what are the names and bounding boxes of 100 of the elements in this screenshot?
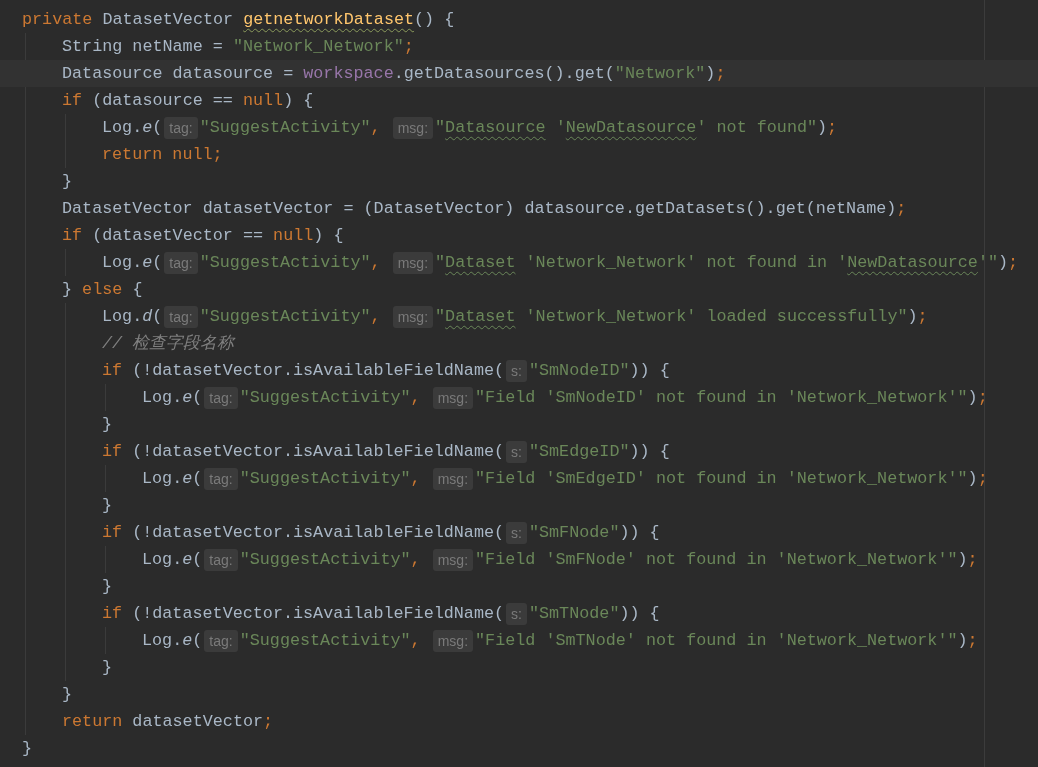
code-text: }: [62, 684, 73, 706]
code-text: }: [102, 576, 113, 598]
code-text: ): [998, 252, 1009, 274]
string-literal: "Network": [614, 63, 706, 85]
keyword: ,: [370, 117, 382, 139]
string-literal: Datasource: [445, 117, 546, 139]
code-text: Datasource datasource =: [62, 63, 295, 85]
string-literal: "Field 'SmNodeID' not found in 'Network_Network'": [475, 387, 968, 409]
code-text: DatasetVector: [101, 9, 235, 31]
code-text: )) {: [629, 441, 670, 463]
method-name: e: [142, 252, 153, 274]
code-text: (: [192, 468, 203, 490]
parameter-hint: msg:: [392, 305, 434, 328]
keyword: if: [62, 225, 83, 247]
keyword: ,: [370, 306, 382, 328]
keyword: ,: [370, 252, 382, 274]
method-name: e: [142, 117, 153, 139]
code-text: Log.: [142, 549, 183, 571]
parameter-hint: msg:: [432, 548, 474, 571]
keyword: ;: [917, 306, 928, 328]
parameter-hint: tag:: [204, 386, 238, 409]
keyword: ;: [967, 549, 978, 571]
code-text: ) {: [283, 90, 314, 112]
string-literal: ": [435, 306, 446, 328]
parameter-hint: s:: [506, 521, 527, 544]
string-literal: "SuggestActivity": [239, 549, 411, 571]
string-literal: "SuggestActivity": [199, 252, 371, 274]
keyword: null: [273, 225, 314, 247]
code-text: .getDatasources().get(: [393, 63, 615, 85]
code-text: String netName =: [62, 36, 224, 58]
method-name: d: [142, 306, 153, 328]
keyword: ;: [896, 198, 907, 220]
method-name: e: [182, 387, 193, 409]
code-comment: // 检查字段名称: [102, 333, 235, 355]
keyword: ,: [410, 468, 422, 490]
string-literal: ': [554, 117, 566, 139]
code-text: ): [957, 549, 968, 571]
parameter-hint: tag:: [164, 116, 198, 139]
code-text: Log.: [142, 630, 183, 652]
parameter-hint: tag:: [164, 305, 198, 328]
code-text: DatasetVector datasetVector = (DatasetVector) datasource.getDatasets().get(netName): [62, 198, 897, 220]
code-text: (datasource ==: [91, 90, 234, 112]
keyword: ,: [410, 630, 422, 652]
keyword: if: [102, 441, 123, 463]
code-text: (: [192, 549, 203, 571]
code-text: Log.: [102, 306, 143, 328]
string-literal: NewDatasource: [565, 117, 697, 139]
code-text: Log.: [142, 468, 183, 490]
keyword: ;: [977, 387, 988, 409]
code-text: }: [62, 171, 73, 193]
string-literal: '": [977, 252, 998, 274]
keyword: ,: [410, 549, 422, 571]
code-text: (!datasetVector.isAvailableFieldName(: [131, 441, 505, 463]
field-name: workspace: [303, 63, 394, 85]
string-literal: "SmNodeID": [528, 360, 630, 382]
string-literal: "Network_Network": [232, 36, 404, 58]
keyword: if: [62, 90, 83, 112]
code-text: )) {: [619, 522, 660, 544]
code-text: (!datasetVector.isAvailableFieldName(: [131, 522, 505, 544]
keyword: if: [102, 603, 123, 625]
code-text: (: [152, 117, 163, 139]
code-text: ) {: [313, 225, 344, 247]
keyword: ;: [967, 630, 978, 652]
string-literal: NewDatasource: [847, 252, 978, 274]
string-literal: "SmTNode": [528, 603, 620, 625]
string-literal: "Field 'SmTNode' not found in 'Network_Network'": [475, 630, 958, 652]
string-literal: 'Network_Network' not found in ': [524, 252, 848, 274]
parameter-hint: msg:: [392, 116, 434, 139]
code-text: ): [817, 117, 828, 139]
code-text: )) {: [619, 603, 660, 625]
code-text: Log.: [102, 117, 143, 139]
parameter-hint: s:: [506, 602, 527, 625]
keyword: private: [22, 9, 93, 31]
code-text: )) {: [629, 360, 670, 382]
code-text: datasetVector: [131, 711, 264, 733]
method-name: e: [182, 549, 193, 571]
parameter-hint: tag:: [204, 467, 238, 490]
code-text: {: [131, 279, 143, 301]
code-text: (: [152, 252, 163, 274]
parameter-hint: tag:: [164, 251, 198, 274]
string-literal: ": [435, 252, 446, 274]
parameter-hint: msg:: [392, 251, 434, 274]
parameter-hint: s:: [506, 440, 527, 463]
keyword: if: [102, 522, 123, 544]
code-text: }: [62, 279, 74, 301]
keyword: ;: [977, 468, 988, 490]
code-text: (!datasetVector.isAvailableFieldName(: [131, 603, 505, 625]
code-text: ): [705, 63, 716, 85]
code-text: (: [192, 387, 203, 409]
string-literal: "SuggestActivity": [239, 468, 411, 490]
keyword: ;: [827, 117, 838, 139]
string-literal: "SmEdgeID": [528, 441, 630, 463]
string-literal: "SuggestActivity": [199, 306, 371, 328]
string-literal: "SuggestActivity": [239, 630, 411, 652]
string-literal: "Field 'SmFNode' not found in 'Network_Network'": [475, 549, 958, 571]
parameter-hint: msg:: [432, 629, 474, 652]
code-text: (: [152, 306, 163, 328]
parameter-hint: tag:: [204, 548, 238, 571]
parameter-hint: msg:: [432, 386, 474, 409]
keyword: ;: [263, 711, 274, 733]
